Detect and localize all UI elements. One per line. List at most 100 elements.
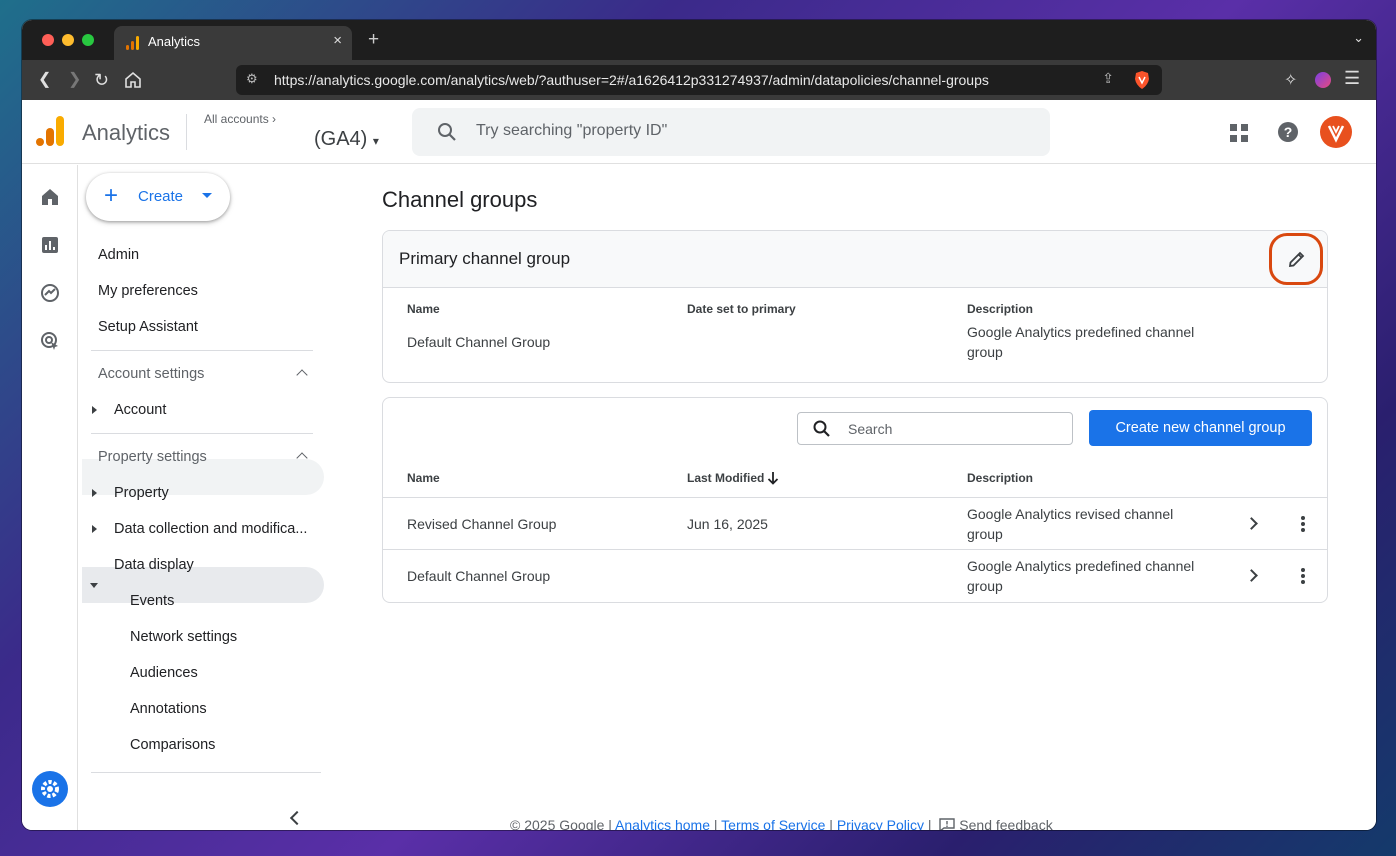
chevron-right-icon[interactable] [1245,517,1258,530]
row-description-line1: Google Analytics revised channel [967,506,1174,522]
sidebar-item-data-collection[interactable]: Data collection and modifica... [114,521,307,537]
home-icon[interactable] [124,71,142,89]
column-header-name[interactable]: Name [407,471,440,485]
dropdown-caret-icon: ▾ [372,134,379,148]
more-vert-icon[interactable] [1301,516,1305,532]
sidebar-item-data-display[interactable]: Data display [114,557,194,573]
create-button[interactable]: + Create [86,173,230,221]
row-description-line1: Google Analytics predefined channel [967,558,1195,574]
browser-toolbar: ❮ ❯ ↻ ⚙ https://analytics.google.com/ana… [22,60,1376,100]
home-icon[interactable] [40,187,60,207]
column-header-last-modified[interactable]: Last Modified [687,471,764,485]
advertising-icon[interactable] [40,331,60,351]
analytics-logo-icon[interactable] [36,116,64,146]
sidebar-item-network-settings[interactable]: Network settings [130,629,237,645]
chevron-up-icon[interactable] [296,369,308,381]
table-row[interactable]: Default Channel Group Google Analytics p… [383,550,1327,602]
back-arrow-icon[interactable]: ❮ [38,70,51,90]
sidebar-item-account[interactable]: Account [114,402,166,418]
column-header-description: Description [967,471,1034,485]
analytics-favicon-icon [126,36,139,50]
sidebar-item-audiences[interactable]: Audiences [130,665,198,681]
sort-down-arrow-icon[interactable] [766,471,780,485]
property-name: (GA4) [314,128,368,150]
admin-gear-button[interactable] [32,771,68,807]
all-accounts-breadcrumb[interactable]: All accounts › [204,112,276,126]
expand-triangle-icon[interactable] [92,525,97,533]
search-placeholder: Try searching "property ID" [476,122,668,139]
sidebar-item-events[interactable]: Events [130,593,174,609]
sidebar-item-my-preferences[interactable]: My preferences [98,283,198,299]
tab-title: Analytics [148,34,201,49]
help-icon[interactable]: ? [1278,122,1298,142]
primary-card-header: Primary channel group [383,231,1327,288]
avatar-logo-icon [1327,125,1345,143]
sidebar-item-admin[interactable]: Admin [98,247,139,263]
close-window-button[interactable] [42,34,54,46]
primary-card-title: Primary channel group [399,249,571,268]
collapse-sidebar-chevron-icon[interactable] [289,810,305,826]
apps-grid-icon[interactable] [1230,124,1248,142]
create-dropdown-caret-icon[interactable] [202,193,212,198]
minimize-window-button[interactable] [62,34,74,46]
sidebar-divider [91,350,313,351]
column-header-name: Name [407,302,440,316]
chevron-right-icon: › [272,112,277,126]
collapse-triangle-icon[interactable] [90,583,98,588]
more-vert-icon[interactable] [1301,568,1305,584]
tab-close-icon[interactable]: × [333,32,342,49]
site-settings-icon[interactable]: ⚙ [246,71,258,87]
sidebar-item-setup-assistant[interactable]: Setup Assistant [98,319,198,335]
create-label: Create [138,188,184,205]
global-search[interactable]: Try searching "property ID" [412,108,1050,156]
privacy-policy-link[interactable]: Privacy Policy [837,817,924,830]
explore-icon[interactable] [40,283,60,303]
table-row[interactable]: Revised Channel Group Jun 16, 2025 Googl… [383,498,1327,549]
brand-name: Analytics [82,120,171,145]
search-icon [438,123,456,141]
send-feedback-link[interactable]: Send feedback [939,817,1053,830]
primary-group-description-line1: Google Analytics predefined channel [967,324,1195,340]
forward-arrow-icon[interactable]: ❯ [68,70,81,90]
left-nav-rail [22,165,78,830]
zoom-window-button[interactable] [82,34,94,46]
chevron-right-icon[interactable] [1245,569,1258,582]
search-icon [813,420,830,437]
profile-extension-icon[interactable] [1315,72,1331,88]
row-modified: Jun 16, 2025 [687,516,768,532]
expand-triangle-icon[interactable] [92,489,97,497]
analytics-home-link[interactable]: Analytics home [615,817,710,830]
edit-pencil-icon[interactable] [1287,249,1307,269]
reload-icon[interactable]: ↻ [94,70,109,90]
avatar[interactable] [1320,116,1352,148]
create-new-channel-group-button[interactable]: Create new channel group [1089,410,1312,446]
extensions-puzzle-icon[interactable]: ✧ [1284,70,1297,90]
copyright-text: © 2025 Google | [510,817,612,830]
property-selector[interactable]: (GA4) ▾ [314,128,379,151]
footer-separator: | [713,817,718,830]
expand-triangle-icon[interactable] [92,406,97,414]
brave-shield-icon[interactable] [1134,71,1150,89]
share-icon[interactable]: ⇪ [1102,70,1114,87]
page-footer: © 2025 Google | Analytics home | Terms o… [510,817,1053,830]
sidebar-divider [91,433,313,434]
terms-of-service-link[interactable]: Terms of Service [721,817,825,830]
menu-hamburger-icon[interactable]: ☰ [1344,68,1360,89]
sidebar-item-annotations[interactable]: Annotations [130,701,207,717]
address-bar[interactable]: ⚙ https://analytics.google.com/analytics… [236,65,1162,95]
property-settings-header[interactable]: Property settings [98,449,207,465]
sidebar-item-property[interactable]: Property [114,485,169,501]
ga-header: Analytics All accounts › (GA4) ▾ Try sea… [22,100,1376,164]
table-search-input[interactable]: Search [797,412,1073,445]
browser-tab[interactable]: Analytics × [114,26,352,60]
new-tab-button[interactable]: + [368,29,379,51]
account-settings-header[interactable]: Account settings [98,366,204,382]
sidebar-item-comparisons[interactable]: Comparisons [130,737,215,753]
admin-sidebar: + Create Admin My preferences Setup Assi… [78,165,330,830]
tab-list-chevron-icon[interactable]: ⌄ [1353,30,1364,46]
table-search-placeholder: Search [848,421,893,437]
reports-icon[interactable] [40,235,60,255]
gear-icon [41,780,59,798]
header-divider [186,114,187,150]
browser-window: Analytics × + ⌄ ❮ ❯ ↻ ⚙ https://analytic… [22,20,1376,830]
